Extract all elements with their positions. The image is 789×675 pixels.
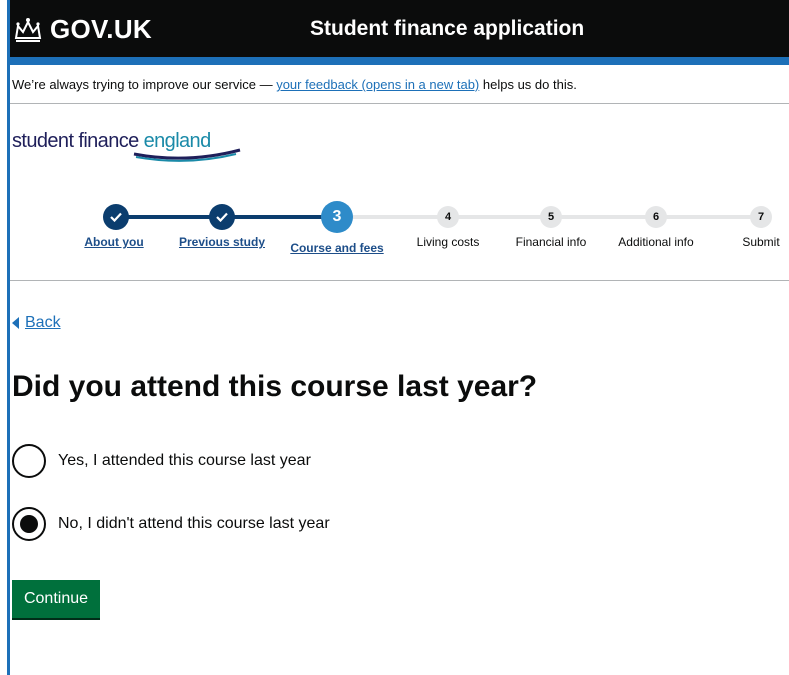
govuk-header: GOV.UK Student finance application — [10, 0, 789, 57]
step-additional-info-label: Additional info — [618, 235, 694, 249]
back-arrow-icon — [12, 317, 19, 329]
step-3-circle: 3 — [321, 201, 353, 233]
step-1-check-icon — [103, 204, 129, 230]
step-7-circle: 7 — [750, 206, 772, 228]
service-name[interactable]: Student finance application — [310, 17, 584, 41]
radio-selected-dot — [20, 515, 38, 533]
page-title: Did you attend this course last year? — [12, 370, 538, 403]
section-divider — [10, 280, 789, 281]
student-finance-england-logo: student finance england — [12, 130, 241, 162]
radio-option-yes[interactable]: Yes, I attended this course last year — [12, 444, 311, 478]
radio-no-label[interactable]: No, I didn't attend this course last yea… — [58, 515, 330, 533]
step-financial-info-label: Financial info — [515, 235, 587, 249]
radio-option-no[interactable]: No, I didn't attend this course last yea… — [12, 507, 330, 541]
feedback-link[interactable]: your feedback (opens in a new tab) — [276, 77, 479, 92]
back-link[interactable]: Back — [12, 314, 61, 332]
continue-button[interactable]: Continue — [12, 580, 100, 618]
govuk-logo[interactable]: GOV.UK — [12, 14, 152, 45]
feedback-banner: We’re always trying to improve our servi… — [10, 65, 789, 104]
step-about-you-link[interactable]: About you — [84, 235, 143, 249]
crown-icon — [14, 17, 42, 42]
header-blue-bar — [10, 57, 789, 65]
step-previous-study-link[interactable]: Previous study — [179, 235, 265, 249]
brand-swoosh-icon — [133, 148, 241, 162]
step-4-circle: 4 — [437, 206, 459, 228]
feedback-text-after: helps us do this. — [479, 77, 577, 92]
step-6-circle: 6 — [645, 206, 667, 228]
logo-text: GOV.UK — [50, 14, 152, 44]
back-link-label: Back — [25, 314, 61, 331]
step-submit-label: Submit — [742, 235, 780, 249]
radio-yes-input[interactable] — [12, 444, 46, 478]
progress-stepper: 3 4 5 6 7 About you Previous study Cours… — [10, 190, 789, 270]
step-course-and-fees-link[interactable]: Course and fees — [290, 241, 383, 255]
radio-yes-label[interactable]: Yes, I attended this course last year — [58, 452, 311, 470]
radio-no-input[interactable] — [12, 507, 46, 541]
step-2-check-icon — [209, 204, 235, 230]
brand-text-part1: student finance — [12, 130, 144, 152]
feedback-text-before: We’re always trying to improve our servi… — [12, 77, 277, 92]
step-living-costs-label: Living costs — [416, 235, 480, 249]
step-5-circle: 5 — [540, 206, 562, 228]
